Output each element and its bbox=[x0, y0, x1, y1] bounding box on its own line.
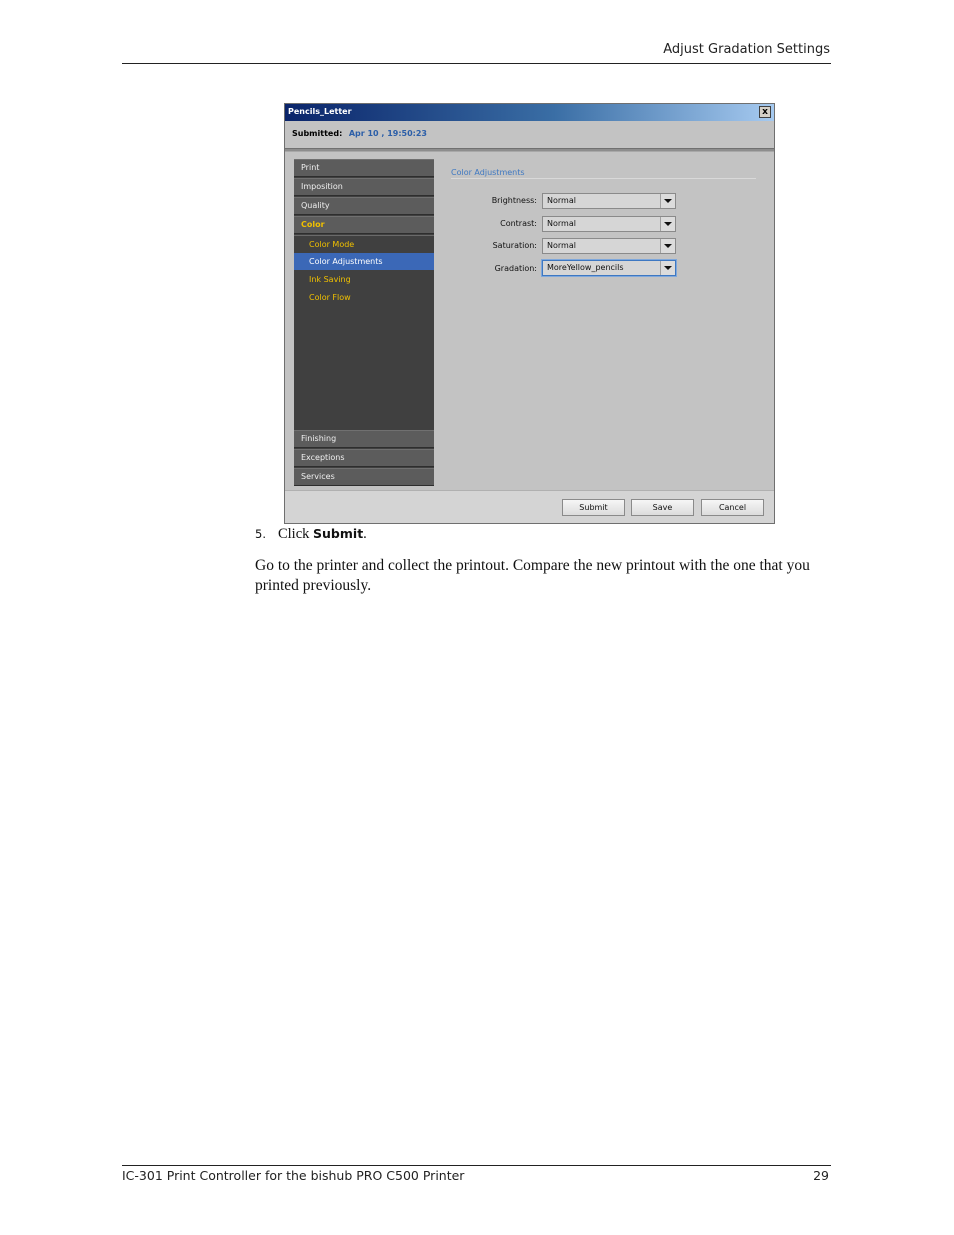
gradation-select[interactable]: MoreYellow_pencils bbox=[542, 260, 676, 276]
chevron-down-icon[interactable] bbox=[660, 194, 675, 208]
close-icon[interactable]: x bbox=[759, 106, 771, 118]
panel-divider bbox=[451, 178, 756, 179]
chevron-down-icon[interactable] bbox=[660, 239, 675, 253]
gradation-label: Gradation: bbox=[494, 264, 537, 273]
cancel-button[interactable]: Cancel bbox=[701, 499, 764, 516]
submitted-value: Apr 10 , 19:50:23 bbox=[348, 129, 427, 138]
page-footer: IC-301 Print Controller for the bishub P… bbox=[122, 1165, 831, 1183]
step-5: 5. Click Submit. bbox=[255, 526, 367, 543]
nav-item-exceptions[interactable]: Exceptions bbox=[294, 449, 434, 467]
page-number: 29 bbox=[813, 1168, 829, 1183]
step-command: Submit bbox=[313, 526, 364, 541]
nav-subitem-color-mode[interactable]: Color Mode bbox=[294, 235, 434, 252]
save-button[interactable]: Save bbox=[631, 499, 694, 516]
brightness-select[interactable]: Normal bbox=[542, 193, 676, 209]
dialog-titlebar: Pencils_Letter x bbox=[285, 104, 774, 121]
contrast-label: Contrast: bbox=[500, 219, 537, 228]
gradation-value: MoreYellow_pencils bbox=[547, 263, 624, 272]
nav-subitem-color-adjustments[interactable]: Color Adjustments bbox=[294, 253, 434, 270]
section-title: Adjust Gradation Settings bbox=[663, 42, 830, 57]
saturation-select[interactable]: Normal bbox=[542, 238, 676, 254]
nav-item-print[interactable]: Print bbox=[294, 159, 434, 177]
nav-item-finishing[interactable]: Finishing bbox=[294, 430, 434, 448]
footer-product: IC-301 Print Controller for the bishub P… bbox=[122, 1168, 465, 1183]
step-end: . bbox=[363, 526, 367, 542]
instruction-paragraph: Go to the printer and collect the printo… bbox=[255, 557, 810, 594]
nav-item-services[interactable]: Services bbox=[294, 468, 434, 486]
panel-title: Color Adjustments bbox=[451, 168, 525, 177]
brightness-value: Normal bbox=[547, 196, 576, 205]
submitted-label: Submitted: bbox=[292, 129, 343, 138]
contrast-value: Normal bbox=[547, 219, 576, 228]
submitted-info: Submitted: Apr 10 , 19:50:23 bbox=[292, 129, 427, 138]
contrast-select[interactable]: Normal bbox=[542, 216, 676, 232]
nav-item-imposition[interactable]: Imposition bbox=[294, 178, 434, 196]
brightness-label: Brightness: bbox=[491, 196, 537, 205]
submit-button[interactable]: Submit bbox=[562, 499, 625, 516]
saturation-value: Normal bbox=[547, 241, 576, 250]
nav-subitem-color-flow[interactable]: Color Flow bbox=[294, 289, 434, 306]
nav-item-quality[interactable]: Quality bbox=[294, 197, 434, 215]
nav-item-color[interactable]: Color bbox=[294, 216, 434, 234]
page-header: Adjust Gradation Settings bbox=[122, 40, 831, 64]
chevron-down-icon[interactable] bbox=[660, 261, 675, 275]
saturation-label: Saturation: bbox=[492, 241, 537, 250]
chevron-down-icon[interactable] bbox=[660, 217, 675, 231]
dialog-title: Pencils_Letter bbox=[288, 107, 352, 116]
nav-subitem-ink-saving[interactable]: Ink Saving bbox=[294, 271, 434, 288]
header-separator bbox=[285, 148, 774, 152]
dialog-button-bar: Submit Save Cancel bbox=[285, 490, 774, 523]
settings-sidebar: Print Imposition Quality Color Color Mod… bbox=[294, 159, 434, 486]
job-properties-dialog: Pencils_Letter x Submitted: Apr 10 , 19:… bbox=[284, 103, 775, 524]
step-text: Click bbox=[277, 526, 310, 542]
step-number: 5. bbox=[255, 527, 266, 541]
